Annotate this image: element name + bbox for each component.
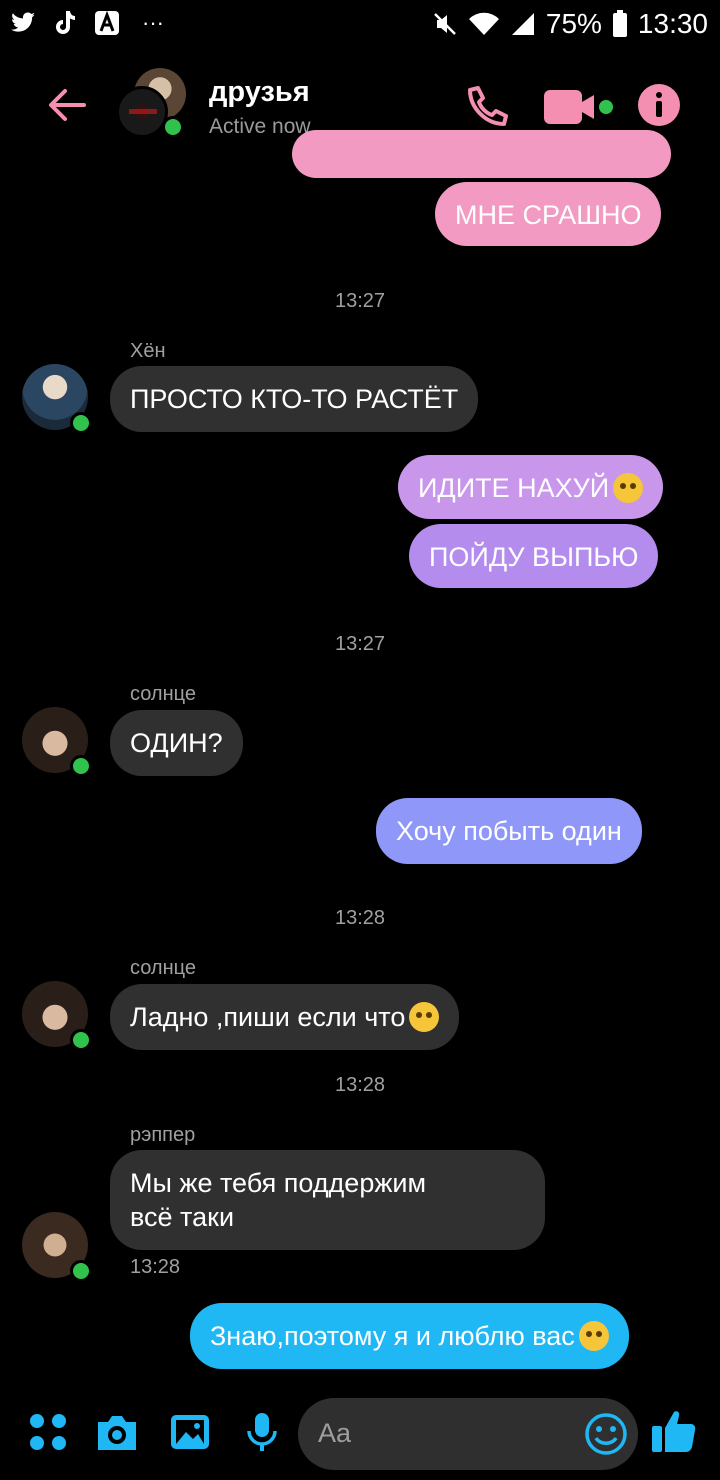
message-input[interactable]: Aa: [298, 1398, 638, 1470]
timestamp: 13:28: [334, 1074, 386, 1096]
status-bar-left: ···: [10, 10, 170, 36]
like-button[interactable]: [650, 1406, 696, 1452]
arrow-left-icon: [49, 89, 86, 121]
twitter-icon: [10, 10, 36, 36]
clock: 13:30: [637, 8, 708, 39]
sender-name: солнце: [130, 957, 196, 979]
info-button[interactable]: [638, 84, 680, 126]
message-bubble-outgoing[interactable]: МНЕ СРАШНО: [435, 182, 662, 246]
status-bar: ··· 75% 13:30: [0, 0, 720, 52]
confounded-face-emoji: [409, 1001, 440, 1032]
message-bubble-incoming[interactable]: ПРОСТО КТО-ТО РАСТЁТ: [110, 366, 479, 432]
message-bubble-outgoing[interactable]: Знаю,поэтому я и люблю вас: [190, 1303, 629, 1369]
apps-button[interactable]: [26, 1410, 70, 1454]
message-text-line: Мы же тебя поддержим: [130, 1168, 427, 1198]
mute-icon: [433, 13, 456, 35]
message-text: ПОЙДУ ВЫПЬЮ: [429, 542, 639, 572]
avatar-solntse[interactable]: [22, 981, 92, 1051]
info-icon: [638, 84, 680, 126]
online-indicator: [70, 1260, 92, 1282]
apps-grid-icon: [30, 1414, 66, 1450]
battery-percentage: 75%: [545, 8, 602, 39]
message-text: Хочу побыть один: [396, 816, 622, 846]
message-bubble-outgoing[interactable]: ИДИТЕ НАХУЙ: [398, 455, 664, 519]
message-bubble-partial[interactable]: [292, 130, 671, 178]
message-text: ИДИТЕ НАХУЙ: [418, 473, 610, 503]
phone-icon: [468, 86, 508, 126]
tiktok-icon: [52, 10, 78, 36]
back-button[interactable]: [46, 84, 88, 126]
online-indicator: [70, 1029, 92, 1051]
message-text: ПРОСТО КТО-ТО РАСТЁТ: [130, 384, 459, 414]
voice-call-button[interactable]: [466, 84, 510, 128]
message-bubble-incoming[interactable]: ОДИН?: [110, 710, 243, 776]
app-a-icon: [94, 10, 120, 36]
pensive-face-emoji: [578, 1320, 609, 1351]
online-indicator: [70, 412, 92, 434]
battery-icon: [612, 10, 627, 37]
camera-icon: [98, 1416, 136, 1450]
message-bubble-outgoing[interactable]: ПОЙДУ ВЫПЬЮ: [409, 524, 659, 588]
wifi-icon: [468, 12, 499, 36]
microphone-icon: [247, 1413, 277, 1451]
message-input-placeholder: Aa: [318, 1418, 352, 1448]
avatar-hyon[interactable]: [22, 364, 92, 434]
sender-name: солнце: [130, 683, 196, 705]
avatar-solntse[interactable]: [22, 707, 92, 777]
group-avatar[interactable]: [116, 68, 188, 140]
online-indicator: [70, 755, 92, 777]
group-avatar-front: [116, 86, 168, 138]
timestamp: 13:27: [334, 290, 386, 312]
message-bubble-incoming[interactable]: Мы же тебя поддержим всё таки: [110, 1150, 545, 1250]
message-text: Знаю,поэтому я и люблю вас: [210, 1321, 575, 1351]
thumbs-up-icon: [652, 1411, 696, 1452]
message-text-line: всё таки: [130, 1202, 235, 1232]
gallery-button[interactable]: [168, 1410, 212, 1454]
camera-button[interactable]: [95, 1410, 139, 1454]
emoji-icon: [585, 1413, 627, 1455]
timestamp: 13:27: [334, 633, 386, 655]
more-dots-icon: ···: [142, 10, 164, 35]
timestamp: 13:28: [334, 907, 386, 929]
video-call-button[interactable]: [544, 88, 616, 126]
online-indicator: [162, 116, 184, 138]
composer-bar: Aa: [0, 1390, 720, 1480]
gallery-icon: [171, 1415, 209, 1449]
conversation-title[interactable]: друзья: [209, 76, 310, 109]
face-with-rolling-eyes-emoji: [613, 472, 644, 503]
sender-name: рэппер: [130, 1124, 196, 1146]
message-time: 13:28: [130, 1256, 181, 1278]
emoji-button[interactable]: [584, 1412, 628, 1456]
sender-name: Хён: [130, 340, 166, 362]
video-camera-icon: [544, 90, 613, 124]
message-bubble-outgoing[interactable]: Хочу побыть один: [376, 798, 642, 864]
signal-icon: [511, 13, 534, 35]
active-status: Active now: [209, 115, 311, 138]
message-text: МНЕ СРАШНО: [455, 200, 642, 230]
voice-message-button[interactable]: [240, 1410, 284, 1454]
message-bubble-incoming[interactable]: Ладно ,пиши если что: [110, 984, 460, 1050]
message-text: Ладно ,пиши если что: [130, 1002, 406, 1032]
status-bar-right: 75% 13:30: [432, 8, 708, 40]
message-text: ОДИН?: [130, 728, 223, 758]
avatar-repper[interactable]: [22, 1212, 92, 1282]
